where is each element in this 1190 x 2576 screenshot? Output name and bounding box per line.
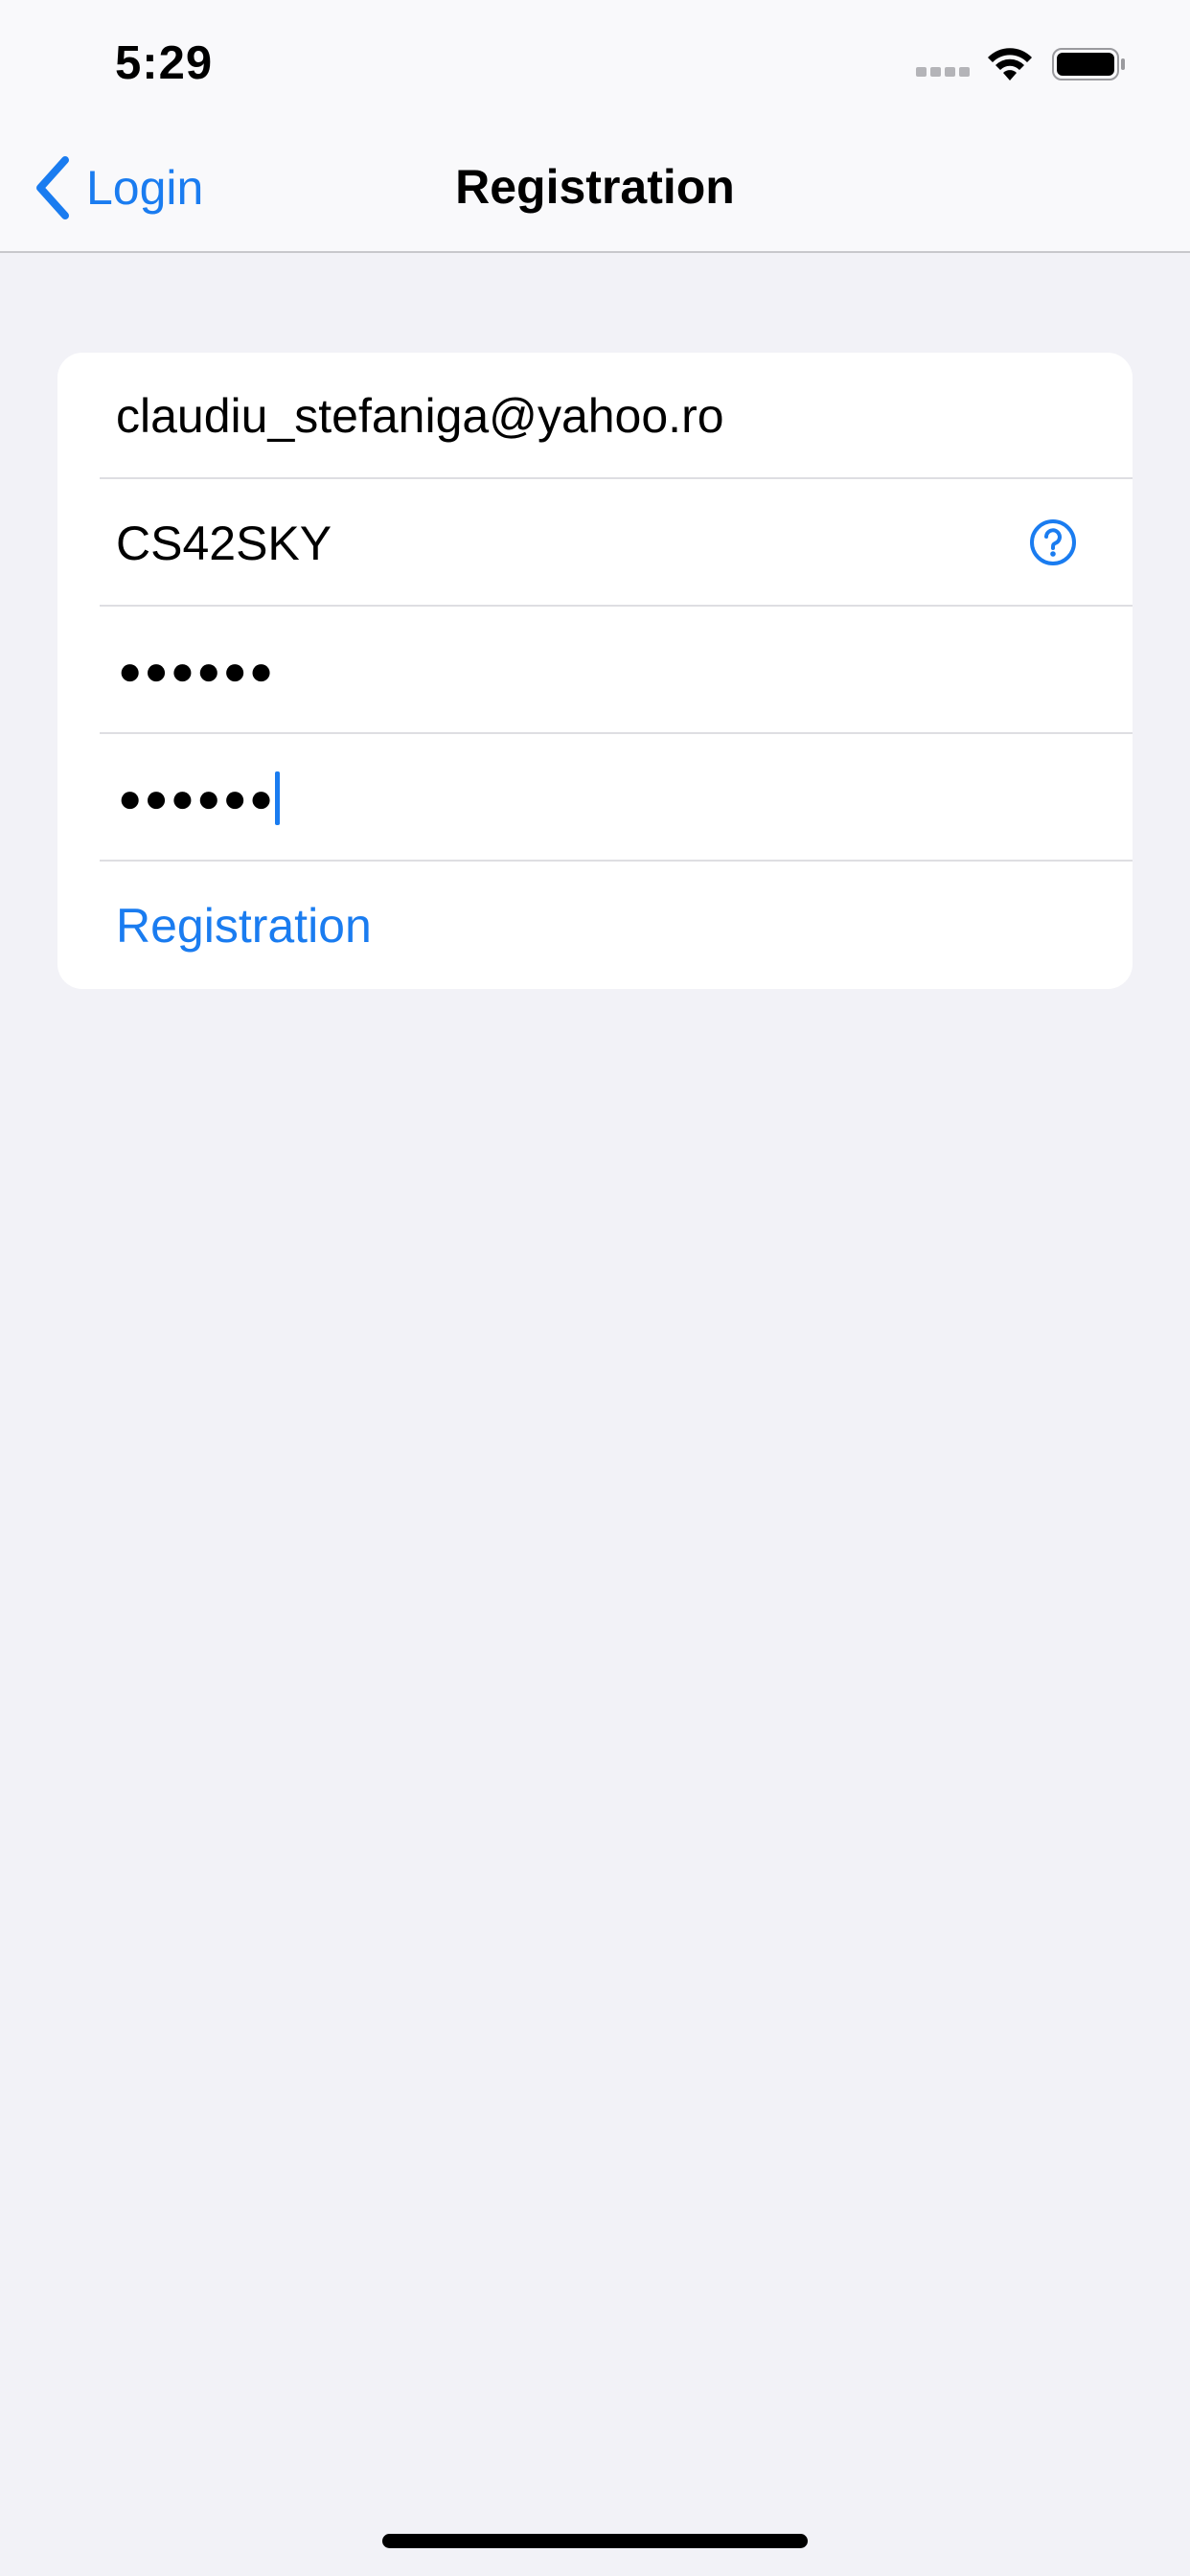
- status-time: 5:29: [115, 37, 214, 89]
- confirm-password-field[interactable]: ●●●●●●: [57, 735, 1133, 862]
- divider: [100, 605, 1133, 607]
- confirm-password-input[interactable]: ●●●●●●: [118, 735, 281, 862]
- question-circle-icon[interactable]: [1029, 518, 1077, 566]
- wifi-icon: [988, 48, 1032, 80]
- username-field[interactable]: CS42SKY: [57, 480, 1133, 607]
- divider: [100, 860, 1133, 862]
- divider: [100, 732, 1133, 734]
- email-field[interactable]: claudiu_stefaniga@yahoo.ro: [57, 353, 1133, 479]
- confirm-password-mask: ●●●●●●: [118, 775, 276, 820]
- password-mask: ●●●●●●: [118, 648, 276, 693]
- password-field[interactable]: ●●●●●●: [57, 608, 1133, 734]
- email-input[interactable]: claudiu_stefaniga@yahoo.ro: [116, 353, 724, 479]
- registration-button[interactable]: Registration: [116, 862, 372, 989]
- registration-button-row[interactable]: Registration: [57, 862, 1133, 989]
- username-input[interactable]: CS42SKY: [116, 480, 332, 607]
- registration-form: claudiu_stefaniga@yahoo.ro CS42SKY ●●●●●…: [57, 353, 1133, 989]
- page-title: Registration: [455, 160, 735, 214]
- battery-icon: [1052, 48, 1125, 80]
- text-cursor: [275, 771, 281, 825]
- home-indicator[interactable]: [382, 2534, 808, 2548]
- cellular-signal-icon: [916, 67, 972, 80]
- divider: [100, 477, 1133, 479]
- navigation-bar: 5:29 Login Registration: [0, 0, 1190, 253]
- password-input[interactable]: ●●●●●●: [118, 608, 275, 734]
